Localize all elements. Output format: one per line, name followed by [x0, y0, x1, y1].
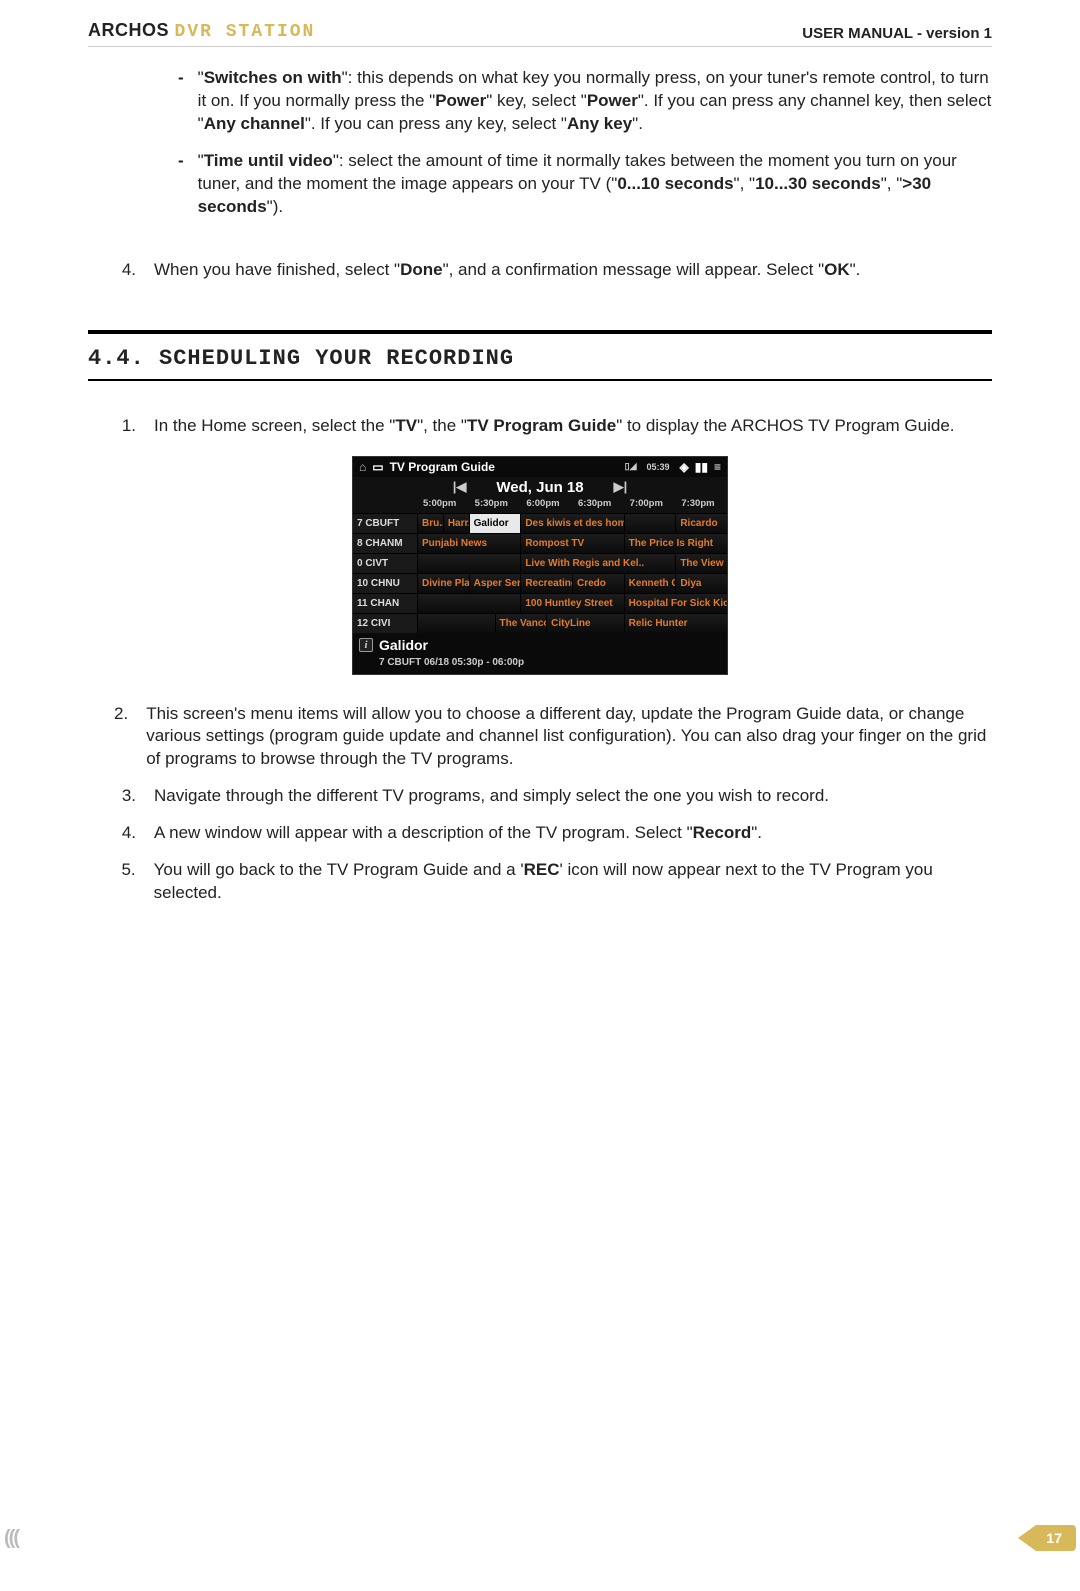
program-cell[interactable]: Punjabi News: [417, 534, 520, 553]
bullet-list: - "Switches on with": this depends on wh…: [178, 67, 992, 219]
ordered-steps: 1. In the Home screen, select the "TV", …: [114, 415, 992, 438]
bullet-label: Time until video: [204, 151, 333, 170]
section-rule: [88, 379, 992, 381]
wifi-icon: ◈: [680, 460, 689, 474]
time-header-row: 5:00pm 5:30pm 6:00pm 6:30pm 7:00pm 7:30p…: [353, 496, 727, 513]
section-rule: [88, 330, 992, 334]
program-cell[interactable]: CityLine: [546, 614, 624, 633]
program-cell[interactable]: Divine Plan: [417, 574, 469, 593]
step-finish: 4. When you have finished, select "Done"…: [114, 259, 992, 282]
step-number: 1.: [114, 415, 136, 438]
program-cell[interactable]: [417, 614, 495, 633]
program-cell[interactable]: Harr..: [443, 514, 469, 533]
channel-label[interactable]: 12 CIVI: [353, 613, 417, 633]
detail-subtitle: 7 CBUFT 06/18 05:30p - 06:00p: [353, 657, 727, 674]
brand-logo: ARCHOS DVR STATION: [88, 20, 315, 42]
channel-label[interactable]: 8 CHANM: [353, 533, 417, 553]
time-slot: 7:00pm: [624, 496, 676, 513]
program-cell[interactable]: Diya: [675, 574, 727, 593]
time-slot: 6:30pm: [572, 496, 624, 513]
step-number: 2.: [114, 703, 128, 772]
program-cell[interactable]: Asper Seri..: [469, 574, 521, 593]
home-icon[interactable]: ⌂: [359, 460, 366, 474]
page-number-pill: 17: [1018, 1525, 1076, 1551]
program-cell[interactable]: The Price Is Right: [624, 534, 727, 553]
program-cell[interactable]: Galidor: [469, 514, 521, 533]
step-number: 4.: [114, 822, 136, 845]
program-cell[interactable]: Des kiwis et des hommes: [520, 514, 623, 533]
battery-icon: ▮▮: [695, 460, 708, 474]
step-text: This screen's menu items will allow you …: [146, 703, 992, 772]
signal-icon: ▯◢: [625, 461, 637, 472]
channel-label[interactable]: 7 CBUFT: [353, 513, 417, 533]
program-cell[interactable]: [417, 594, 520, 613]
page-footer: ((( 17: [0, 1525, 1080, 1551]
bullet-item: - "Switches on with": this depends on wh…: [178, 67, 992, 136]
program-cell[interactable]: 100 Huntley Street: [520, 594, 623, 613]
tv-program-guide-screenshot: ⌂ ▭ TV Program Guide ▯◢ 05:39 ◈ ▮▮ ≡ |◀ …: [352, 456, 728, 675]
page-number: 17: [1036, 1525, 1076, 1551]
step-text: Navigate through the different TV progra…: [154, 785, 829, 808]
guide-title: TV Program Guide: [390, 460, 495, 474]
step-number: 4.: [114, 259, 136, 282]
brand-name: ARCHOS: [88, 20, 169, 40]
program-cell[interactable]: Credo: [572, 574, 624, 593]
prev-day-icon[interactable]: |◀: [453, 479, 467, 495]
guide-date: Wed, Jun 18: [496, 479, 583, 496]
program-cell[interactable]: Bru..: [417, 514, 443, 533]
bullet-dash: -: [178, 150, 184, 219]
time-slot: 5:30pm: [469, 496, 521, 513]
program-cell[interactable]: The Vanco..: [495, 614, 547, 633]
program-cell[interactable]: Recreating..: [520, 574, 572, 593]
step-number: 5.: [114, 859, 136, 905]
program-cell[interactable]: Live With Regis and Kel..: [520, 554, 675, 573]
tv-icon: ▭: [372, 460, 383, 474]
next-day-icon[interactable]: ▶|: [614, 479, 628, 495]
info-icon[interactable]: i: [359, 638, 373, 652]
program-cell[interactable]: Kenneth C..: [624, 574, 676, 593]
step-number: 3.: [114, 785, 136, 808]
guide-grid[interactable]: 7 CBUFTBru..Harr..GalidorDes kiwis et de…: [353, 513, 727, 633]
channel-label[interactable]: 0 CIVT: [353, 553, 417, 573]
program-cell[interactable]: Hospital For Sick Kids: [624, 594, 727, 613]
time-slot: 6:00pm: [520, 496, 572, 513]
channel-label[interactable]: 11 CHAN: [353, 593, 417, 613]
footer-left-decor: (((: [4, 1527, 18, 1550]
time-slot: 7:30pm: [675, 496, 727, 513]
product-name: DVR STATION: [175, 22, 316, 42]
program-cell[interactable]: Rompost TV: [520, 534, 623, 553]
section-title: 4.4. SCHEDULING YOUR RECORDING: [88, 340, 992, 379]
program-cell[interactable]: The View: [675, 554, 727, 573]
menu-icon[interactable]: ≡: [714, 460, 721, 474]
detail-title: Galidor: [379, 637, 428, 653]
bullet-dash: -: [178, 67, 184, 136]
manual-version: USER MANUAL - version 1: [802, 25, 992, 42]
clock-readout: 05:39: [647, 462, 670, 472]
page-header: ARCHOS DVR STATION USER MANUAL - version…: [88, 10, 992, 47]
program-cell[interactable]: Ricardo: [675, 514, 727, 533]
channel-label[interactable]: 10 CHNU: [353, 573, 417, 593]
program-cell[interactable]: [417, 554, 520, 573]
program-cell[interactable]: [624, 514, 676, 533]
program-cell[interactable]: Relic Hunter: [624, 614, 727, 633]
bullet-label: Switches on with: [204, 68, 342, 87]
ordered-steps-cont: 2. This screen's menu items will allow y…: [114, 703, 992, 906]
bullet-item: - "Time until video": select the amount …: [178, 150, 992, 219]
time-slot: 5:00pm: [417, 496, 469, 513]
